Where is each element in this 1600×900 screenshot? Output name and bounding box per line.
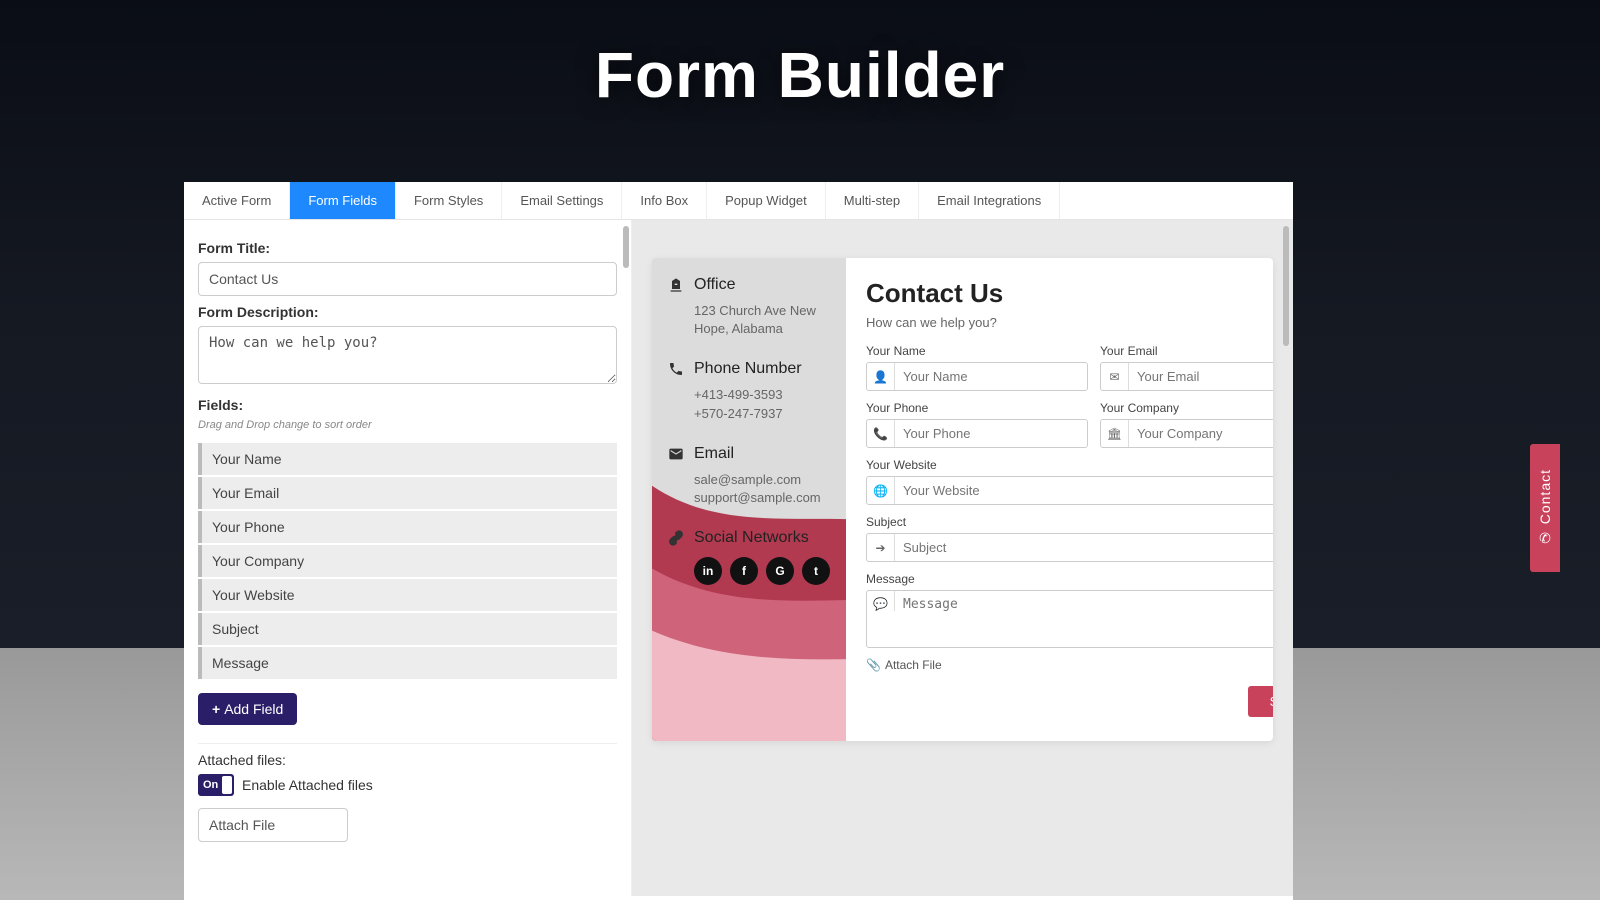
attach-file-label: Attach File	[885, 658, 942, 672]
tab-email-settings[interactable]: Email Settings	[502, 182, 622, 219]
tabs: Active Form Form Fields Form Styles Emai…	[184, 182, 1293, 220]
tab-multi-step[interactable]: Multi-step	[826, 182, 919, 219]
phone-label: Your Phone	[866, 401, 1088, 415]
field-row[interactable]: Your Company	[198, 545, 617, 577]
user-icon: 👤	[867, 363, 895, 390]
app-window: Active Form Form Fields Form Styles Emai…	[184, 182, 1293, 900]
google-icon[interactable]: G	[766, 557, 794, 585]
field-row[interactable]: Your Email	[198, 477, 617, 509]
fields-label: Fields:	[198, 397, 617, 413]
phone-2: +570-247-7937	[694, 405, 830, 423]
chat-icon: 💬	[867, 591, 895, 611]
add-field-button[interactable]: +Add Field	[198, 693, 297, 725]
linkedin-icon[interactable]: in	[694, 557, 722, 585]
plus-icon: +	[212, 701, 220, 717]
tab-popup-widget[interactable]: Popup Widget	[707, 182, 826, 219]
email-icon	[668, 446, 684, 462]
social-heading: Social Networks	[694, 529, 809, 547]
field-row[interactable]: Your Phone	[198, 511, 617, 543]
scrollbar-thumb[interactable]	[623, 226, 629, 268]
company-input[interactable]	[1129, 420, 1273, 447]
tab-form-fields[interactable]: Form Fields	[290, 182, 396, 219]
fields-list: Your Name Your Email Your Phone Your Com…	[198, 443, 617, 679]
company-label: Your Company	[1100, 401, 1273, 415]
fields-helper: Drag and Drop change to sort order	[198, 419, 617, 431]
message-input[interactable]	[895, 591, 1273, 647]
phone-1: +413-499-3593	[694, 386, 830, 404]
chat-icon: ✆	[1539, 530, 1551, 547]
email-2: support@sample.com	[694, 489, 830, 507]
office-address: 123 Church Ave New Hope, Alabama	[694, 302, 830, 338]
attached-files-label: Attached files:	[198, 752, 617, 768]
attach-file-input[interactable]	[198, 808, 348, 842]
website-label: Your Website	[866, 458, 1273, 472]
email-input[interactable]	[1129, 363, 1273, 390]
link-icon	[668, 530, 684, 546]
send-button[interactable]: Send	[1248, 686, 1273, 717]
form-title-label: Form Title:	[198, 240, 617, 256]
facebook-icon[interactable]: f	[730, 557, 758, 585]
form-description-input[interactable]: How can we help you?	[198, 326, 617, 384]
website-input[interactable]	[895, 477, 1273, 504]
add-field-label: Add Field	[224, 701, 283, 717]
email-label: Your Email	[1100, 344, 1273, 358]
form-title-input[interactable]	[198, 262, 617, 296]
toggle-state: On	[203, 779, 218, 791]
info-column: Office 123 Church Ave New Hope, Alabama …	[652, 258, 846, 741]
editor-pane: Form Title: Form Description: How can we…	[184, 220, 632, 896]
twitter-icon[interactable]: t	[802, 557, 830, 585]
field-row[interactable]: Subject	[198, 613, 617, 645]
name-label: Your Name	[866, 344, 1088, 358]
message-label: Message	[866, 572, 1273, 586]
paperclip-icon: 📎	[866, 658, 881, 672]
tab-form-styles[interactable]: Form Styles	[396, 182, 502, 219]
tab-info-box[interactable]: Info Box	[622, 182, 707, 219]
preview-form-description: How can we help you?	[866, 315, 1273, 330]
globe-icon: 🌐	[867, 477, 895, 504]
field-row[interactable]: Message	[198, 647, 617, 679]
preview-card: Office 123 Church Ave New Hope, Alabama …	[652, 258, 1273, 741]
subject-label: Subject	[866, 515, 1273, 529]
attached-files-toggle[interactable]: On	[198, 774, 234, 796]
form-description-label: Form Description:	[198, 304, 617, 320]
name-input[interactable]	[895, 363, 1087, 390]
toggle-caption: Enable Attached files	[242, 777, 373, 793]
envelope-icon: ✉	[1101, 363, 1129, 390]
preview-pane: Office 123 Church Ave New Hope, Alabama …	[632, 220, 1293, 896]
arrow-icon: ➔	[867, 534, 895, 561]
form-column: Contact Us How can we help you? Your Nam…	[846, 258, 1273, 741]
email-1: sale@sample.com	[694, 471, 830, 489]
attach-file-link[interactable]: 📎 Attach File	[866, 658, 1273, 672]
contact-tab-label: Contact	[1537, 469, 1553, 524]
building-icon: 🏛	[1101, 420, 1129, 447]
phone-icon: 📞	[867, 420, 895, 447]
email-heading: Email	[694, 445, 734, 463]
phone-input[interactable]	[895, 420, 1087, 447]
tab-email-integrations[interactable]: Email Integrations	[919, 182, 1060, 219]
building-icon	[668, 277, 684, 293]
phone-heading: Phone Number	[694, 360, 802, 378]
subject-input[interactable]	[895, 534, 1273, 561]
contact-side-tab[interactable]: Contact ✆	[1530, 444, 1560, 572]
field-row[interactable]: Your Website	[198, 579, 617, 611]
phone-icon	[668, 361, 684, 377]
tab-active-form[interactable]: Active Form	[184, 182, 290, 219]
scrollbar-thumb[interactable]	[1283, 226, 1289, 346]
office-heading: Office	[694, 276, 736, 294]
field-row[interactable]: Your Name	[198, 443, 617, 475]
toggle-knob	[222, 776, 232, 794]
preview-form-title: Contact Us	[866, 278, 1273, 309]
page-title: Form Builder	[0, 38, 1600, 112]
